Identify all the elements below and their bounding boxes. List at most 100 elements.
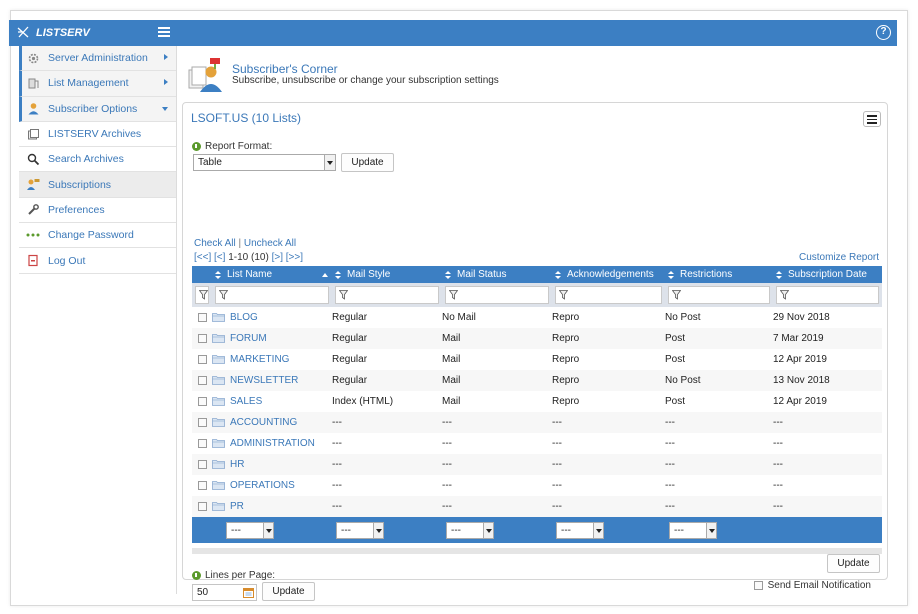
filter-input-mail-status[interactable] — [445, 286, 549, 304]
sort-icon — [776, 270, 782, 279]
list-name-link[interactable]: OPERATIONS — [230, 480, 295, 491]
bulk-restrictions-select[interactable]: --- — [669, 521, 717, 539]
pager-last-link[interactable]: [>>] — [286, 252, 303, 263]
filter-cell — [332, 283, 442, 307]
sidebar-item-list-management[interactable]: List Management — [19, 71, 176, 97]
panel-menu-button[interactable] — [863, 111, 881, 127]
sidebar-item-preferences[interactable]: Preferences — [19, 198, 176, 224]
final-update-button[interactable]: Update — [827, 554, 880, 573]
filter-input-restrictions[interactable] — [668, 286, 770, 304]
column-header-list-name[interactable]: List Name — [212, 266, 332, 283]
list-name-link[interactable]: BLOG — [230, 312, 258, 323]
lines-per-page-input[interactable]: 50 — [192, 584, 257, 601]
pager-first-link[interactable]: [<<] — [194, 252, 211, 263]
report-format-value: Table — [198, 157, 222, 168]
list-name-link[interactable]: NEWSLETTER — [230, 375, 298, 386]
cell-style: Regular — [332, 349, 442, 370]
report-format-update-button[interactable]: Update — [341, 153, 394, 172]
list-name-link[interactable]: HR — [230, 459, 244, 470]
customize-report-link[interactable]: Customize Report — [799, 252, 879, 263]
uncheck-all-link[interactable]: Uncheck All — [244, 238, 296, 249]
calendar-icon[interactable] — [243, 587, 254, 598]
cell-ack: Repro — [552, 349, 665, 370]
sidebar-item-subscriber-options[interactable]: Subscriber Options — [19, 96, 176, 122]
row-checkbox[interactable] — [198, 312, 207, 322]
row-checkbox[interactable] — [198, 438, 207, 448]
help-icon[interactable]: ? — [876, 25, 891, 40]
cell-ack: Repro — [552, 370, 665, 391]
filter-input-subscription-date[interactable] — [776, 286, 879, 304]
cell-style: --- — [332, 475, 442, 496]
list-name-link[interactable]: MARKETING — [230, 354, 289, 365]
cell-restr: Post — [665, 349, 773, 370]
list-icon — [25, 76, 41, 90]
list-name-link[interactable]: ADMINISTRATION — [230, 438, 315, 449]
column-header-acknowledgements[interactable]: Acknowledgements — [552, 266, 665, 283]
column-header-mail-status[interactable]: Mail Status — [442, 266, 552, 283]
check-all-link[interactable]: Check All — [194, 238, 236, 249]
row-checkbox[interactable] — [198, 333, 207, 343]
chevron-down-icon — [324, 155, 335, 170]
filter-icon — [780, 290, 789, 300]
lines-per-page-label: Lines per Page: — [192, 570, 275, 581]
column-header-subscription-date[interactable]: Subscription Date — [773, 266, 882, 283]
table-row: ADMINISTRATION --- --- --- --- --- — [192, 433, 882, 454]
bulk-acknowledgements-select[interactable]: --- — [556, 521, 604, 539]
pager-next-link[interactable]: [>] — [272, 252, 283, 263]
subscriptions-table: List Name Mail Style Mail Status Acknowl… — [192, 266, 882, 543]
sidebar-item-listserv-archives[interactable]: LISTSERV Archives — [19, 122, 176, 148]
table-header-row: List Name Mail Style Mail Status Acknowl… — [192, 266, 882, 283]
chevron-down-icon — [162, 106, 168, 111]
send-email-notification[interactable]: Send Email Notification — [753, 580, 871, 591]
user-icon — [25, 102, 41, 116]
sidebar-item-server-administration[interactable]: Server Administration — [19, 46, 176, 72]
row-checkbox[interactable] — [198, 417, 207, 427]
row-checkbox[interactable] — [198, 396, 207, 406]
report-format-select[interactable]: Table — [193, 154, 336, 171]
filter-input-mail-style[interactable] — [335, 286, 439, 304]
lines-per-page-update-button[interactable]: Update — [262, 582, 315, 601]
cell-date: --- — [773, 433, 882, 454]
table-scrollbar[interactable] — [192, 548, 882, 554]
row-checkbox[interactable] — [198, 501, 207, 511]
row-checkbox[interactable] — [198, 459, 207, 469]
list-name-link[interactable]: SALES — [230, 396, 262, 407]
row-checkbox[interactable] — [198, 480, 207, 490]
bulk-mail-status-select[interactable]: --- — [446, 521, 494, 539]
hamburger-menu-icon[interactable] — [158, 27, 170, 38]
send-email-checkbox[interactable] — [753, 581, 763, 590]
filter-icon[interactable] — [195, 286, 209, 304]
cell-ack: --- — [552, 433, 665, 454]
cell-restr: --- — [665, 496, 773, 517]
cell-restr: No Post — [665, 307, 773, 328]
list-name-link[interactable]: PR — [230, 501, 244, 512]
folder-icon — [212, 481, 225, 491]
filter-input-acknowledgements[interactable] — [555, 286, 662, 304]
folder-icon — [212, 376, 225, 386]
list-name-link[interactable]: FORUM — [230, 333, 267, 344]
cell-date: --- — [773, 454, 882, 475]
filter-cell — [442, 283, 552, 307]
sidebar-item-label: Preferences — [48, 203, 105, 216]
filter-input-list-name[interactable] — [215, 286, 329, 304]
sidebar-item-change-password[interactable]: Change Password — [19, 223, 176, 249]
list-name-link[interactable]: ACCOUNTING — [230, 417, 297, 428]
search-icon — [25, 152, 41, 166]
sidebar-item-label: List Management — [48, 77, 129, 90]
list-name-cell: ADMINISTRATION — [212, 433, 332, 454]
bulk-mail-style-select-list[interactable]: --- — [226, 521, 274, 539]
bulk-mail-style-select[interactable]: --- — [336, 521, 384, 539]
column-header-mail-style[interactable]: Mail Style — [332, 266, 442, 283]
table-row: HR --- --- --- --- --- — [192, 454, 882, 475]
column-header-label: Acknowledgements — [567, 269, 654, 280]
row-checkbox[interactable] — [198, 375, 207, 385]
logout-icon — [25, 254, 41, 268]
sidebar-item-subscriptions[interactable]: Subscriptions — [19, 172, 176, 198]
sidebar-item-log-out[interactable]: Log Out — [19, 248, 176, 274]
row-checkbox[interactable] — [198, 354, 207, 364]
sidebar-item-search-archives[interactable]: Search Archives — [19, 147, 176, 173]
select-column-header — [192, 266, 212, 283]
pager-prev-link[interactable]: [<] — [214, 252, 225, 263]
column-header-restrictions[interactable]: Restrictions — [665, 266, 773, 283]
list-name-cell: HR — [212, 454, 332, 475]
